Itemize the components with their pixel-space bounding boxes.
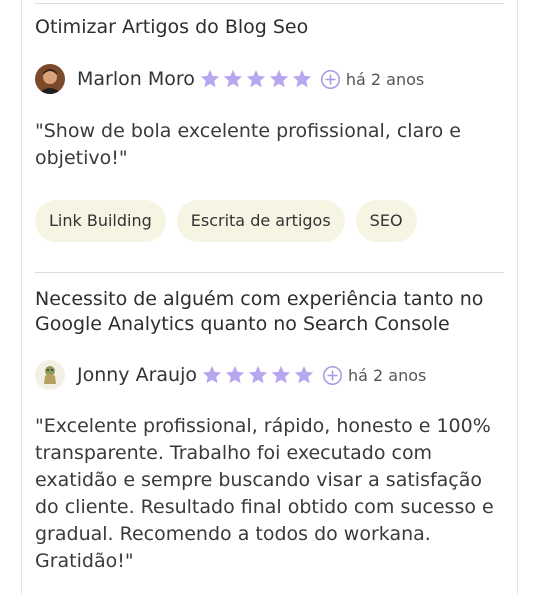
- star-icon: [269, 69, 289, 88]
- star-icon: [292, 69, 312, 88]
- author-name[interactable]: Jonny Araujo: [77, 364, 197, 386]
- star-icon: [271, 365, 291, 384]
- review-comment: "Show de bola excelente profissional, cl…: [35, 120, 461, 169]
- rating-stars: [199, 68, 314, 90]
- review-title: Otimizar Artigos do Blog Seo: [35, 16, 309, 38]
- star-icon: [248, 365, 268, 384]
- star-icon: [202, 365, 222, 384]
- review-meta: Marlon Moro há 2 anos: [35, 63, 424, 95]
- avatar[interactable]: [35, 64, 65, 94]
- top-divider: [35, 3, 504, 4]
- star-icon: [294, 365, 314, 384]
- tag-seo[interactable]: SEO: [355, 200, 417, 242]
- star-icon: [225, 365, 245, 384]
- review-comment: "Excelente profissional, rápido, honesto…: [35, 415, 494, 572]
- review-time: há 2 anos: [348, 365, 427, 385]
- tag-escrita-de-artigos[interactable]: Escrita de artigos: [176, 200, 345, 242]
- plus-circle-icon[interactable]: [320, 69, 341, 90]
- rating-stars: [201, 364, 316, 386]
- review-title: Necessito de alguém com experiência tant…: [35, 288, 484, 335]
- star-icon: [200, 69, 220, 88]
- star-icon: [246, 69, 266, 88]
- plus-circle-icon[interactable]: [322, 365, 343, 386]
- star-icon: [223, 69, 243, 88]
- review-meta: Jonny Araujo há 2 anos: [35, 359, 426, 391]
- review-time: há 2 anos: [345, 69, 425, 89]
- skill-tags: Link Building Escrita de artigos SEO: [35, 200, 417, 242]
- review-item: Necessito de alguém com experiência tant…: [35, 287, 505, 587]
- avatar[interactable]: [35, 360, 65, 390]
- review-item: Otimizar Artigos do Blog Seo Marlon Moro: [35, 15, 505, 255]
- author-name[interactable]: Marlon Moro: [77, 68, 195, 90]
- review-divider: [35, 272, 504, 273]
- tag-link-building[interactable]: Link Building: [35, 200, 166, 242]
- reviews-page: Otimizar Artigos do Blog Seo Marlon Moro: [0, 0, 540, 594]
